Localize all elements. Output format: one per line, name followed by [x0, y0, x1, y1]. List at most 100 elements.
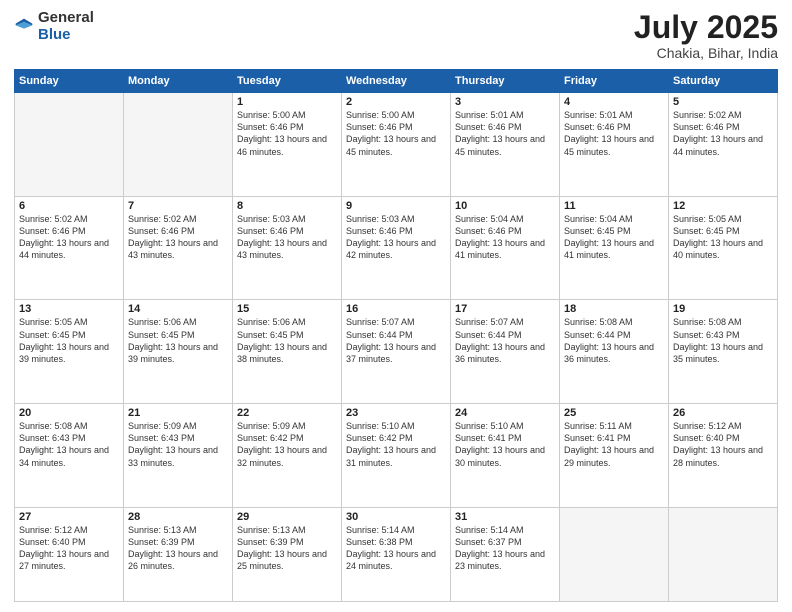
- calendar-cell: 3Sunrise: 5:01 AM Sunset: 6:46 PM Daylig…: [451, 93, 560, 197]
- calendar-cell: 27Sunrise: 5:12 AM Sunset: 6:40 PM Dayli…: [15, 507, 124, 601]
- day-info: Sunrise: 5:02 AM Sunset: 6:46 PM Dayligh…: [673, 109, 773, 158]
- day-info: Sunrise: 5:02 AM Sunset: 6:46 PM Dayligh…: [128, 213, 228, 262]
- day-info: Sunrise: 5:02 AM Sunset: 6:46 PM Dayligh…: [19, 213, 119, 262]
- day-info: Sunrise: 5:12 AM Sunset: 6:40 PM Dayligh…: [673, 420, 773, 469]
- day-info: Sunrise: 5:09 AM Sunset: 6:42 PM Dayligh…: [237, 420, 337, 469]
- day-number: 8: [237, 200, 337, 212]
- calendar-week-5: 27Sunrise: 5:12 AM Sunset: 6:40 PM Dayli…: [15, 507, 778, 601]
- day-number: 18: [564, 303, 664, 315]
- day-info: Sunrise: 5:07 AM Sunset: 6:44 PM Dayligh…: [346, 316, 446, 365]
- calendar-cell: [560, 507, 669, 601]
- day-number: 22: [237, 407, 337, 419]
- calendar-cell: [15, 93, 124, 197]
- calendar-cell: 10Sunrise: 5:04 AM Sunset: 6:46 PM Dayli…: [451, 196, 560, 300]
- title-month: July 2025: [634, 10, 778, 45]
- calendar-cell: 26Sunrise: 5:12 AM Sunset: 6:40 PM Dayli…: [669, 404, 778, 508]
- page: General Blue July 2025 Chakia, Bihar, In…: [0, 0, 792, 612]
- calendar-cell: 13Sunrise: 5:05 AM Sunset: 6:45 PM Dayli…: [15, 300, 124, 404]
- day-number: 28: [128, 511, 228, 523]
- day-header-thursday: Thursday: [451, 70, 560, 93]
- calendar-cell: 29Sunrise: 5:13 AM Sunset: 6:39 PM Dayli…: [233, 507, 342, 601]
- calendar-cell: 19Sunrise: 5:08 AM Sunset: 6:43 PM Dayli…: [669, 300, 778, 404]
- day-number: 4: [564, 96, 664, 108]
- day-number: 3: [455, 96, 555, 108]
- calendar-cell: 2Sunrise: 5:00 AM Sunset: 6:46 PM Daylig…: [342, 93, 451, 197]
- day-info: Sunrise: 5:01 AM Sunset: 6:46 PM Dayligh…: [564, 109, 664, 158]
- day-header-friday: Friday: [560, 70, 669, 93]
- calendar-cell: 7Sunrise: 5:02 AM Sunset: 6:46 PM Daylig…: [124, 196, 233, 300]
- day-info: Sunrise: 5:10 AM Sunset: 6:42 PM Dayligh…: [346, 420, 446, 469]
- day-number: 23: [346, 407, 446, 419]
- day-number: 25: [564, 407, 664, 419]
- day-info: Sunrise: 5:04 AM Sunset: 6:45 PM Dayligh…: [564, 213, 664, 262]
- day-number: 16: [346, 303, 446, 315]
- calendar-cell: [124, 93, 233, 197]
- day-info: Sunrise: 5:14 AM Sunset: 6:38 PM Dayligh…: [346, 524, 446, 573]
- day-header-wednesday: Wednesday: [342, 70, 451, 93]
- calendar-cell: 30Sunrise: 5:14 AM Sunset: 6:38 PM Dayli…: [342, 507, 451, 601]
- day-number: 26: [673, 407, 773, 419]
- day-info: Sunrise: 5:09 AM Sunset: 6:43 PM Dayligh…: [128, 420, 228, 469]
- day-number: 13: [19, 303, 119, 315]
- day-number: 12: [673, 200, 773, 212]
- day-number: 7: [128, 200, 228, 212]
- logo-blue: Blue: [38, 26, 71, 43]
- day-info: Sunrise: 5:05 AM Sunset: 6:45 PM Dayligh…: [673, 213, 773, 262]
- day-info: Sunrise: 5:13 AM Sunset: 6:39 PM Dayligh…: [128, 524, 228, 573]
- day-info: Sunrise: 5:03 AM Sunset: 6:46 PM Dayligh…: [346, 213, 446, 262]
- header: General Blue July 2025 Chakia, Bihar, In…: [14, 10, 778, 61]
- day-number: 11: [564, 200, 664, 212]
- calendar-week-3: 13Sunrise: 5:05 AM Sunset: 6:45 PM Dayli…: [15, 300, 778, 404]
- day-info: Sunrise: 5:00 AM Sunset: 6:46 PM Dayligh…: [346, 109, 446, 158]
- day-header-sunday: Sunday: [15, 70, 124, 93]
- calendar-cell: 6Sunrise: 5:02 AM Sunset: 6:46 PM Daylig…: [15, 196, 124, 300]
- calendar-cell: 4Sunrise: 5:01 AM Sunset: 6:46 PM Daylig…: [560, 93, 669, 197]
- day-number: 15: [237, 303, 337, 315]
- day-number: 14: [128, 303, 228, 315]
- day-number: 9: [346, 200, 446, 212]
- day-number: 5: [673, 96, 773, 108]
- day-number: 29: [237, 511, 337, 523]
- calendar-cell: 25Sunrise: 5:11 AM Sunset: 6:41 PM Dayli…: [560, 404, 669, 508]
- logo-icon: [14, 17, 34, 37]
- calendar-cell: 22Sunrise: 5:09 AM Sunset: 6:42 PM Dayli…: [233, 404, 342, 508]
- calendar-cell: 21Sunrise: 5:09 AM Sunset: 6:43 PM Dayli…: [124, 404, 233, 508]
- day-number: 1: [237, 96, 337, 108]
- calendar-cell: 23Sunrise: 5:10 AM Sunset: 6:42 PM Dayli…: [342, 404, 451, 508]
- day-info: Sunrise: 5:00 AM Sunset: 6:46 PM Dayligh…: [237, 109, 337, 158]
- day-number: 21: [128, 407, 228, 419]
- calendar-cell: 9Sunrise: 5:03 AM Sunset: 6:46 PM Daylig…: [342, 196, 451, 300]
- day-info: Sunrise: 5:10 AM Sunset: 6:41 PM Dayligh…: [455, 420, 555, 469]
- day-number: 20: [19, 407, 119, 419]
- title-block: July 2025 Chakia, Bihar, India: [634, 10, 778, 61]
- day-header-monday: Monday: [124, 70, 233, 93]
- day-number: 10: [455, 200, 555, 212]
- day-number: 24: [455, 407, 555, 419]
- day-info: Sunrise: 5:13 AM Sunset: 6:39 PM Dayligh…: [237, 524, 337, 573]
- logo: General Blue: [14, 10, 94, 43]
- day-info: Sunrise: 5:03 AM Sunset: 6:46 PM Dayligh…: [237, 213, 337, 262]
- calendar-week-1: 1Sunrise: 5:00 AM Sunset: 6:46 PM Daylig…: [15, 93, 778, 197]
- day-number: 2: [346, 96, 446, 108]
- day-header-tuesday: Tuesday: [233, 70, 342, 93]
- day-number: 6: [19, 200, 119, 212]
- title-location: Chakia, Bihar, India: [634, 45, 778, 61]
- calendar-cell: 8Sunrise: 5:03 AM Sunset: 6:46 PM Daylig…: [233, 196, 342, 300]
- day-number: 30: [346, 511, 446, 523]
- day-info: Sunrise: 5:06 AM Sunset: 6:45 PM Dayligh…: [237, 316, 337, 365]
- calendar-cell: 12Sunrise: 5:05 AM Sunset: 6:45 PM Dayli…: [669, 196, 778, 300]
- calendar-cell: 11Sunrise: 5:04 AM Sunset: 6:45 PM Dayli…: [560, 196, 669, 300]
- day-number: 17: [455, 303, 555, 315]
- calendar-cell: 1Sunrise: 5:00 AM Sunset: 6:46 PM Daylig…: [233, 93, 342, 197]
- logo-general: General: [38, 9, 94, 26]
- calendar-cell: 15Sunrise: 5:06 AM Sunset: 6:45 PM Dayli…: [233, 300, 342, 404]
- calendar-week-2: 6Sunrise: 5:02 AM Sunset: 6:46 PM Daylig…: [15, 196, 778, 300]
- day-info: Sunrise: 5:04 AM Sunset: 6:46 PM Dayligh…: [455, 213, 555, 262]
- calendar-cell: 16Sunrise: 5:07 AM Sunset: 6:44 PM Dayli…: [342, 300, 451, 404]
- day-info: Sunrise: 5:12 AM Sunset: 6:40 PM Dayligh…: [19, 524, 119, 573]
- calendar-cell: 5Sunrise: 5:02 AM Sunset: 6:46 PM Daylig…: [669, 93, 778, 197]
- day-info: Sunrise: 5:07 AM Sunset: 6:44 PM Dayligh…: [455, 316, 555, 365]
- day-info: Sunrise: 5:11 AM Sunset: 6:41 PM Dayligh…: [564, 420, 664, 469]
- day-info: Sunrise: 5:14 AM Sunset: 6:37 PM Dayligh…: [455, 524, 555, 573]
- calendar-table: SundayMondayTuesdayWednesdayThursdayFrid…: [14, 69, 778, 602]
